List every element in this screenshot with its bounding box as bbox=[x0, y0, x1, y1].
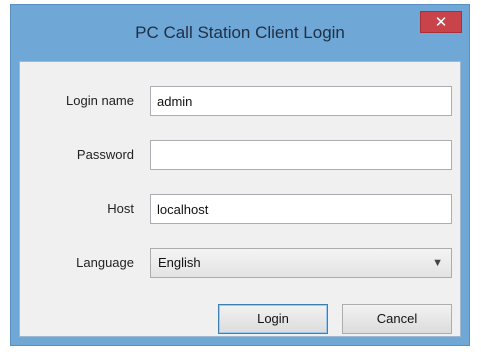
login-name-label: Login name bbox=[66, 93, 134, 108]
password-input[interactable] bbox=[150, 140, 452, 170]
login-name-row: Login name bbox=[20, 86, 460, 116]
password-label: Password bbox=[76, 147, 134, 162]
language-row: Language English ▼ bbox=[20, 248, 460, 278]
language-label: Language bbox=[76, 255, 134, 270]
password-row: Password bbox=[20, 140, 460, 170]
dialog-body: Login name Password Host Language Englis… bbox=[19, 61, 461, 337]
host-row: Host bbox=[20, 194, 460, 224]
chevron-down-icon: ▼ bbox=[432, 257, 443, 269]
host-label: Host bbox=[107, 201, 134, 216]
host-input[interactable] bbox=[150, 194, 452, 224]
dialog-title: PC Call Station Client Login bbox=[135, 23, 345, 42]
login-button[interactable]: Login bbox=[218, 304, 328, 334]
title-bar: PC Call Station Client Login ✕ bbox=[11, 5, 469, 61]
cancel-button[interactable]: Cancel bbox=[342, 304, 452, 334]
login-name-input[interactable] bbox=[150, 86, 452, 116]
language-select[interactable]: English ▼ bbox=[150, 248, 452, 278]
language-selected-value: English bbox=[158, 255, 201, 270]
login-dialog: PC Call Station Client Login ✕ Login nam… bbox=[10, 4, 470, 346]
close-button[interactable]: ✕ bbox=[420, 11, 462, 33]
close-icon: ✕ bbox=[434, 14, 448, 31]
